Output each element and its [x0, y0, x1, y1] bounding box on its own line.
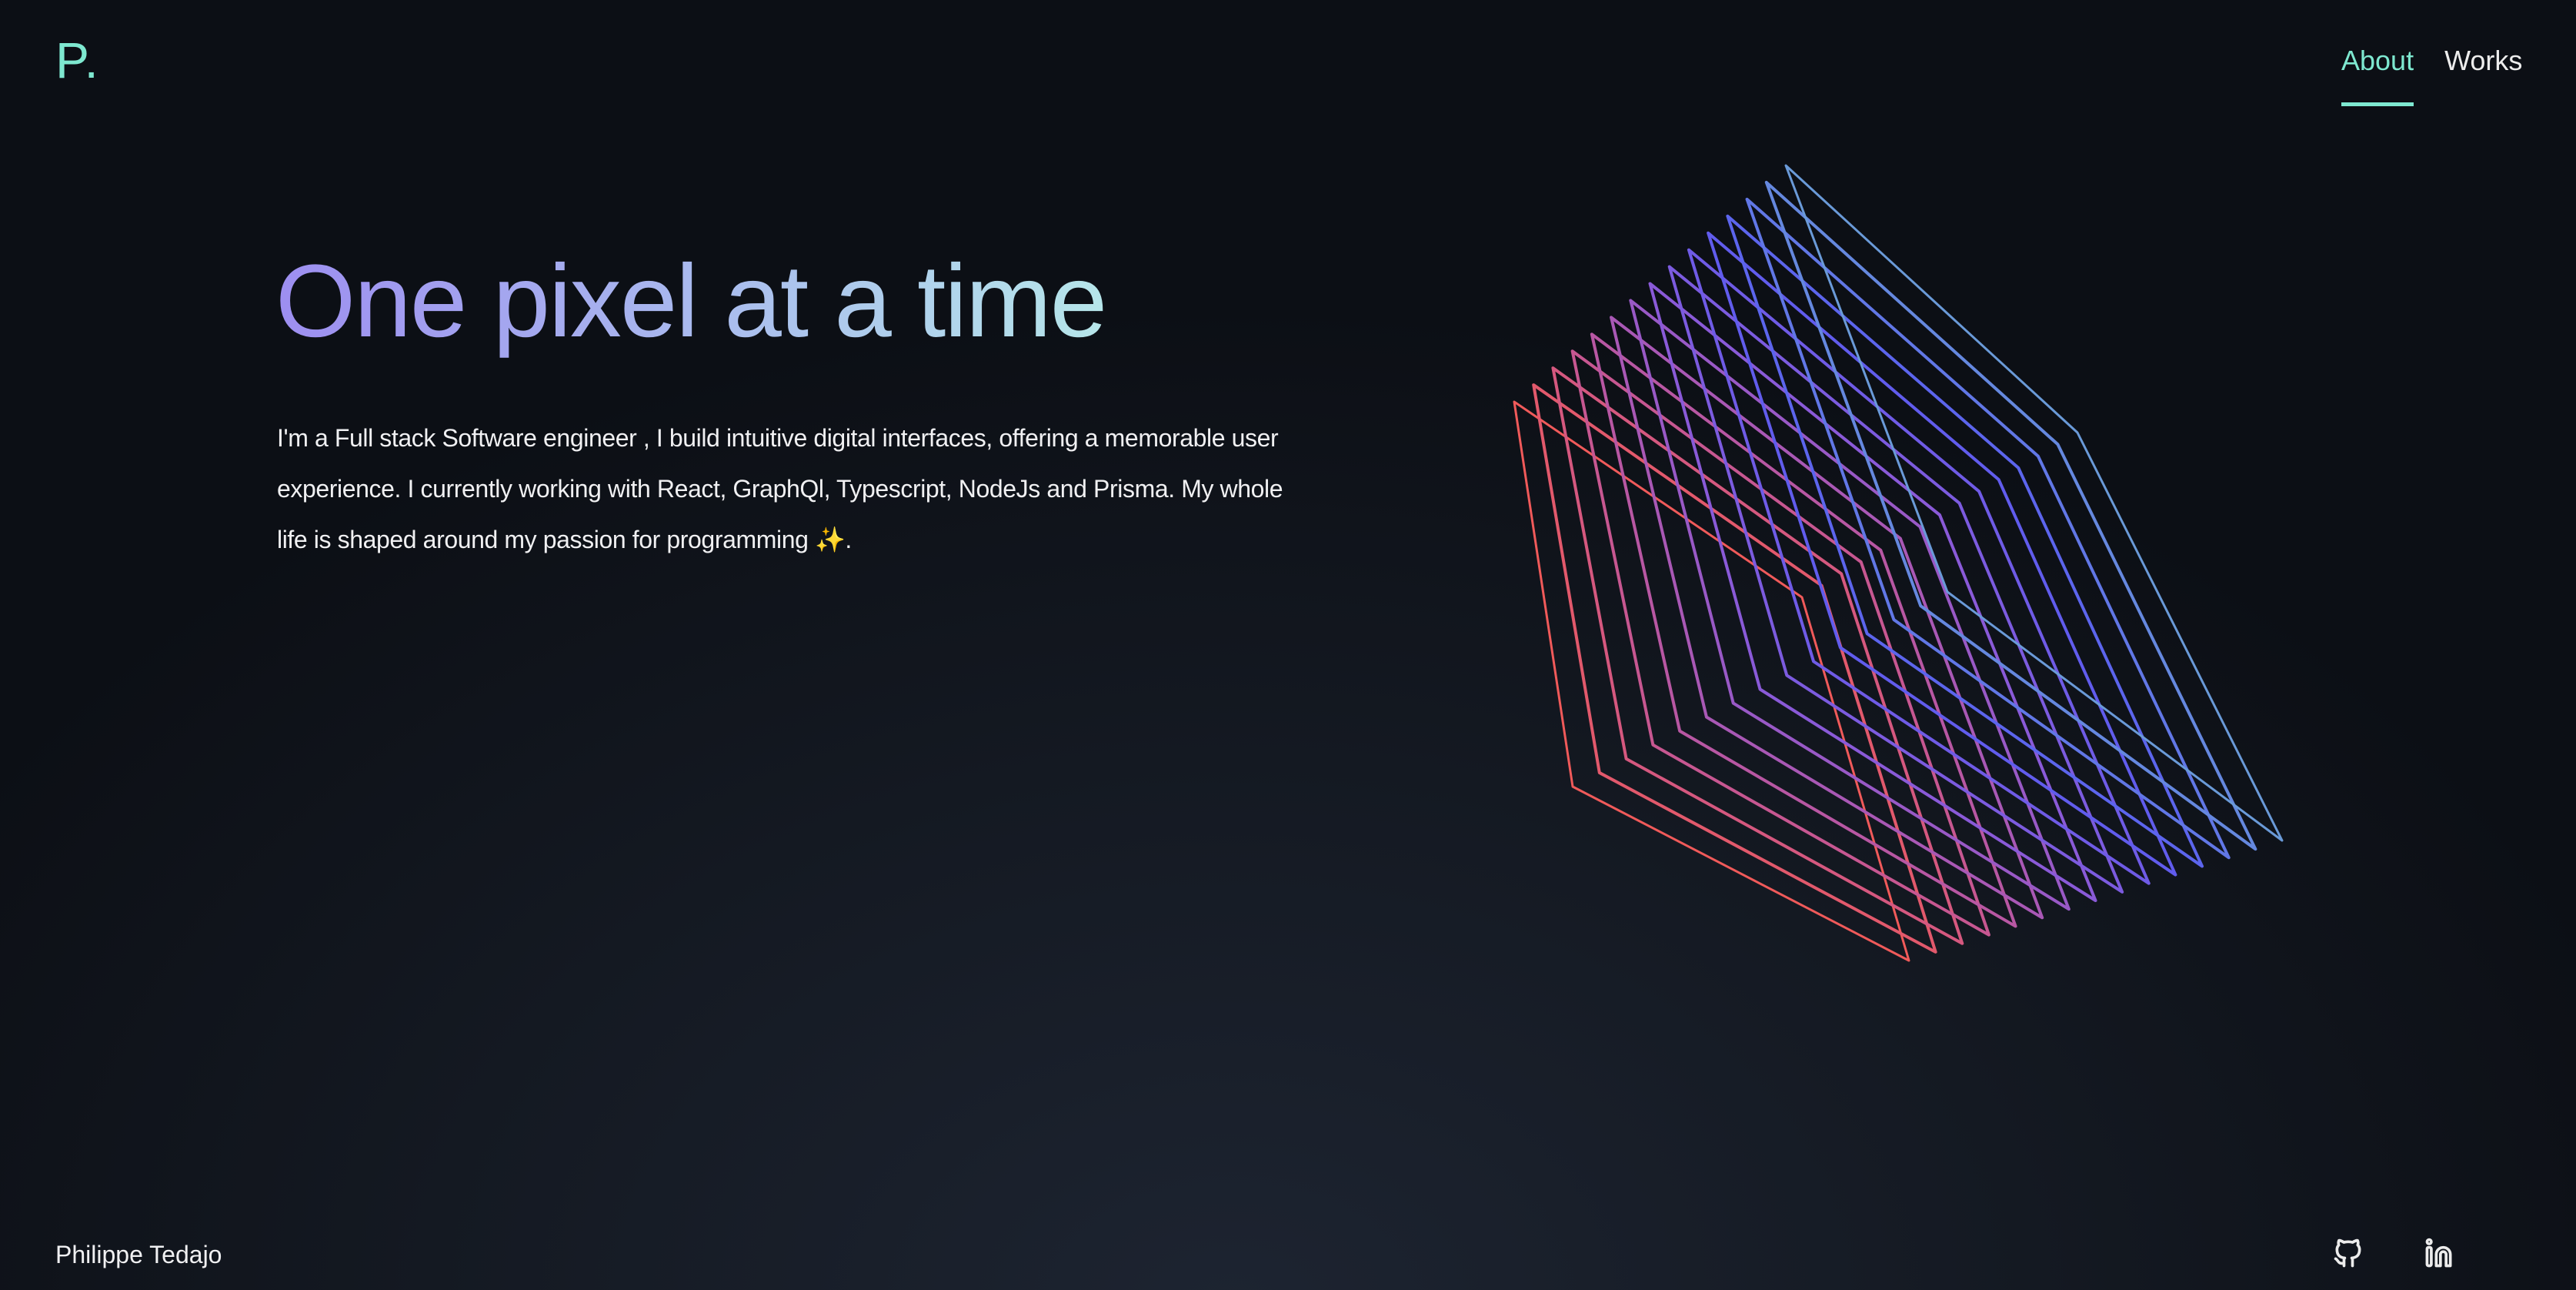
layered-cube-art: [1513, 164, 2284, 962]
linkedin-icon: [2425, 1238, 2452, 1268]
footer-name: Philippe Tedajo: [55, 1241, 222, 1268]
art-layer: [1513, 400, 1910, 962]
linkedin-link[interactable]: [2422, 1236, 2456, 1274]
art-layer: [1745, 197, 2231, 860]
github-link[interactable]: [2331, 1236, 2365, 1274]
github-icon: [2334, 1238, 2361, 1268]
